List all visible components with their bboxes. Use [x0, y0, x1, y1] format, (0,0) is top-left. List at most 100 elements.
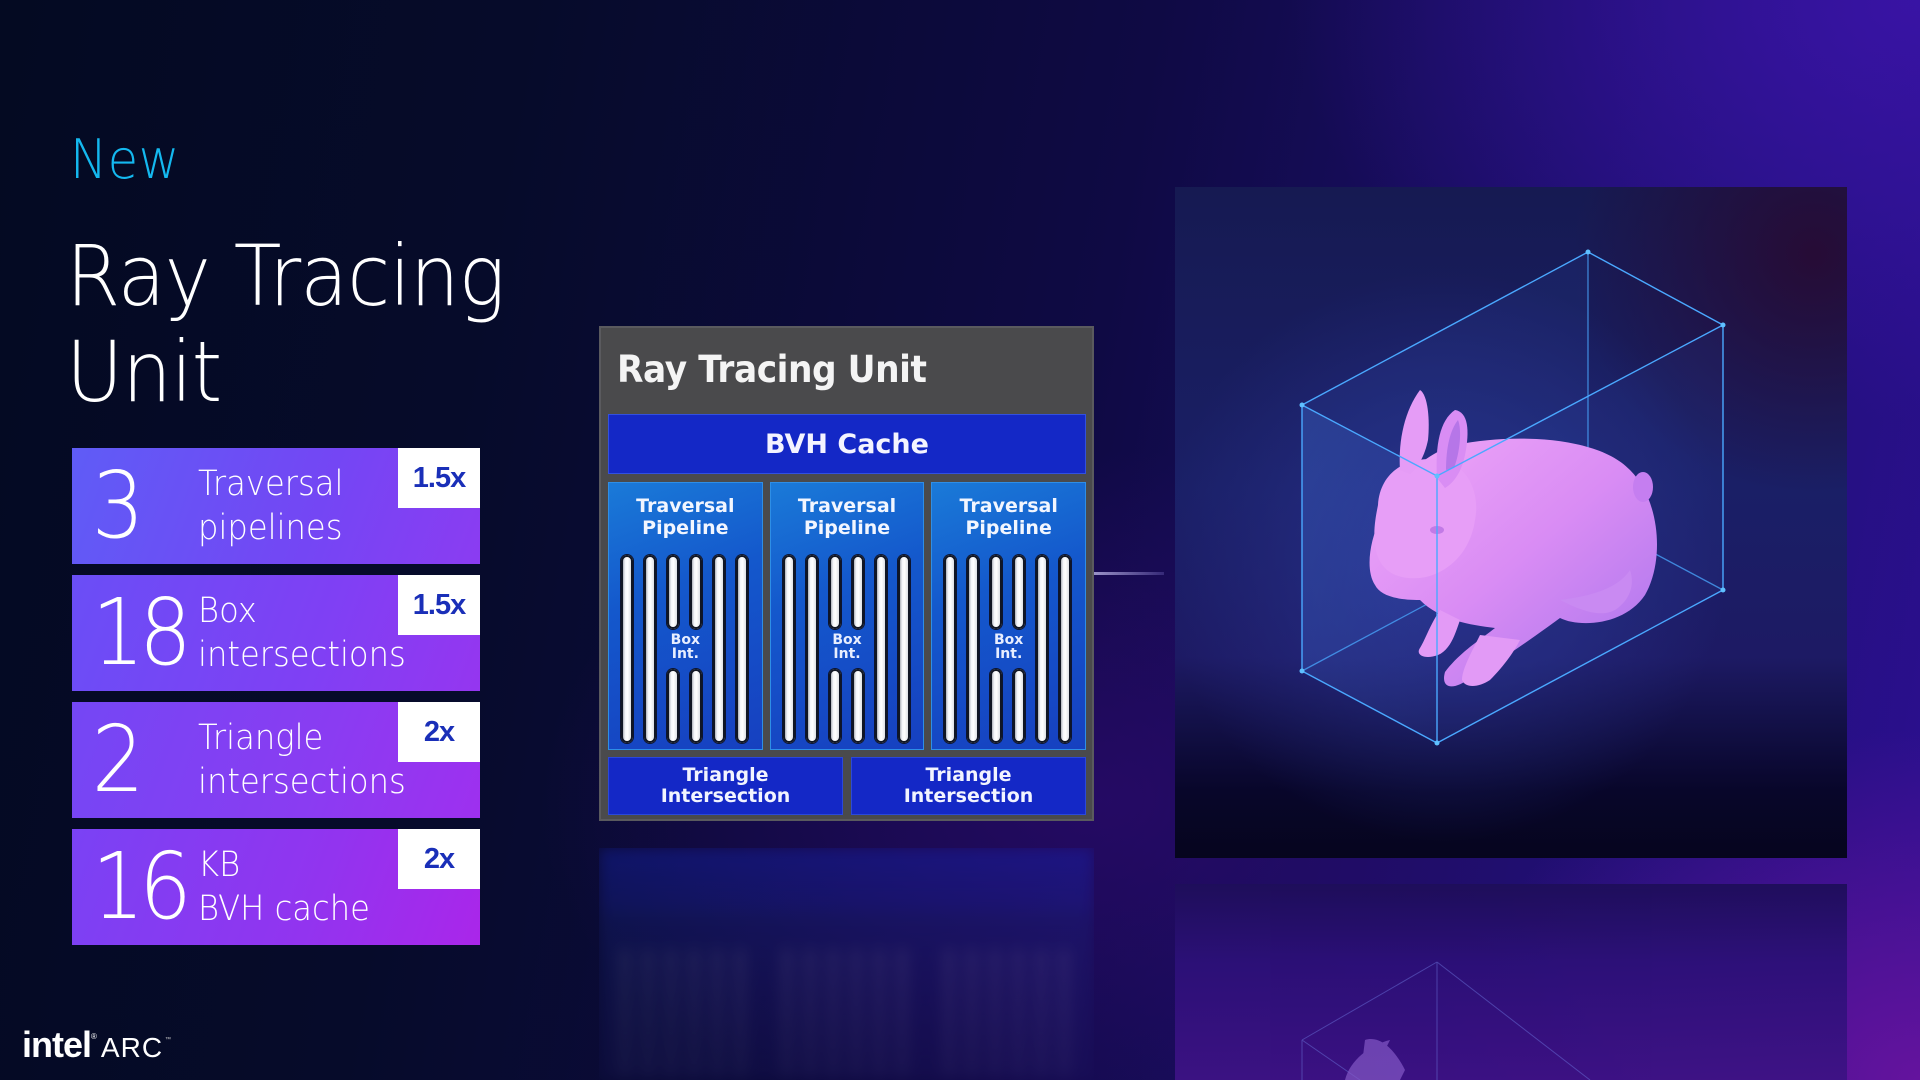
pipeline-stage-slot — [805, 555, 818, 743]
reflected-slot — [989, 948, 1001, 1078]
stat-card-triangle-intersections: 2 Triangle intersections 2x — [72, 702, 480, 818]
traversal-pipelines: Traversal Pipeline Box Int. Traversal Pi… — [608, 482, 1087, 750]
pipeline-label-line-2: Pipeline — [642, 517, 729, 539]
reflected-slot — [873, 948, 885, 1078]
stat-value: 16 — [91, 833, 192, 940]
pipeline-stage-slot — [990, 669, 1003, 743]
logo-intel-wordmark: intel — [22, 1024, 92, 1065]
bunny-illustration-panel — [1175, 187, 1847, 858]
pipeline-stage-slot — [1059, 555, 1072, 743]
stat-multiplier-badge: 2x — [398, 829, 480, 889]
pipeline-stage-slot — [621, 555, 633, 743]
stat-label-line-2: pipelines — [198, 508, 343, 548]
stat-multiplier-badge: 1.5x — [398, 575, 480, 635]
reflected-slot — [1012, 948, 1024, 1078]
pipeline-label-line-2: Pipeline — [965, 517, 1052, 539]
triangle-label-line-1: Triangle — [925, 764, 1012, 786]
registered-mark-icon: ® — [91, 1032, 97, 1041]
pipeline-stage-slot — [851, 669, 864, 743]
stat-label: Triangle intersections — [198, 716, 406, 804]
pipeline-label: Traversal Pipeline — [609, 495, 762, 539]
stat-label-line-2: intersections — [198, 762, 406, 802]
title-line-2: Unit — [66, 323, 222, 421]
reflected-slot — [781, 948, 793, 1078]
reflected-slot — [734, 948, 746, 1078]
logo-arc-wordmark: ARC — [100, 1032, 164, 1063]
stat-value: 3 — [91, 452, 145, 559]
stat-card-traversal-pipelines: 3 Traversal pipelines 1.5x — [72, 448, 480, 564]
bvh-cache-block: BVH Cache — [608, 414, 1086, 474]
pipeline-stage-slot — [1036, 555, 1049, 743]
pipeline-label-line-2: Pipeline — [803, 517, 891, 539]
stat-label-line-1: Box — [198, 591, 257, 631]
traversal-pipeline-block: Traversal Pipeline Box Int. — [608, 482, 763, 750]
pipeline-stage-slot — [990, 555, 1003, 629]
title-line-1: Ray Tracing — [66, 227, 505, 325]
pipeline-stage-slot — [667, 669, 679, 743]
traversal-pipeline-block: Traversal Pipeline Box Int. — [769, 482, 925, 750]
triangle-intersection-block: Triangle Intersection — [608, 757, 843, 815]
pipeline-label-line-1: Traversal — [797, 495, 897, 517]
pipeline-stage-slot — [736, 555, 748, 743]
diagram-title: Ray Tracing Unit — [617, 348, 927, 391]
stat-card-box-intersections: 18 Box intersections 1.5x — [72, 575, 480, 691]
pipeline-stage-slot — [874, 555, 887, 743]
reflected-slot — [1058, 948, 1070, 1078]
pipeline-stage-slot — [690, 669, 702, 743]
reflected-slot — [1035, 948, 1047, 1078]
traversal-pipeline-block: Traversal Pipeline Box Int. — [931, 482, 1087, 750]
pipeline-stage-slot — [851, 555, 864, 629]
reflected-bunny-feet-icon — [1345, 1039, 1405, 1080]
stat-label-line-2: BVH cache — [198, 889, 370, 929]
reflected-slot — [711, 948, 723, 1078]
bunny-bounding-box-svg — [1299, 249, 1726, 746]
pipeline-stage-slot — [1013, 555, 1026, 629]
triangle-intersection-block: Triangle Intersection — [851, 757, 1086, 815]
rtu-block-diagram: Ray Tracing Unit BVH Cache Traversal Pip… — [599, 326, 1094, 821]
pipeline-stage-slot — [690, 555, 702, 629]
pipeline-stage-slot — [828, 669, 841, 743]
pipeline-label: Traversal Pipeline — [932, 495, 1085, 539]
illustration-reflection — [1175, 884, 1847, 1080]
stat-label-line-1: Traversal — [198, 464, 344, 504]
reflected-slot — [943, 948, 955, 1078]
reflected-slot — [688, 948, 700, 1078]
stat-multiplier-badge: 1.5x — [398, 448, 480, 508]
stat-value: 2 — [91, 706, 145, 813]
reflected-slot — [619, 948, 631, 1078]
pipeline-label-line-1: Traversal — [636, 495, 735, 517]
reflected-slot — [966, 948, 978, 1078]
pipeline-label-line-1: Traversal — [959, 495, 1058, 517]
triangle-label-line-2: Intersection — [660, 785, 791, 807]
reflected-slot — [896, 948, 908, 1078]
stat-label-line-2: intersections — [198, 635, 406, 675]
triangle-label-line-2: Intersection — [903, 785, 1034, 807]
stat-label: KB BVH cache — [198, 843, 370, 931]
pipeline-stage-slot — [897, 555, 910, 743]
page-title: Ray Tracing Unit — [66, 228, 505, 420]
pipeline-stage-slot — [1013, 669, 1026, 743]
diagram-reflection — [599, 848, 1094, 1080]
stat-multiplier-badge: 2x — [398, 702, 480, 762]
stat-value: 18 — [91, 579, 192, 686]
reflected-slot — [827, 948, 839, 1078]
triangle-label-line-1: Triangle — [682, 764, 769, 786]
triangle-intersection-units: Triangle Intersection Triangle Intersect… — [608, 757, 1086, 815]
pipeline-stage-slot — [667, 555, 679, 629]
reflected-slot — [642, 948, 654, 1078]
pipeline-stage-slot — [782, 555, 795, 743]
stats-list: 3 Traversal pipelines 1.5x 18 Box inters… — [72, 448, 480, 956]
reflection-svg — [1301, 961, 1591, 1080]
reflected-slot — [850, 948, 862, 1078]
pipeline-label: Traversal Pipeline — [771, 495, 924, 539]
pipeline-stage-slot — [944, 555, 957, 743]
pipeline-stage-slot — [713, 555, 725, 743]
stat-label: Traversal pipelines — [198, 462, 343, 550]
reflected-slot — [804, 948, 816, 1078]
pipeline-stage-slot — [967, 555, 980, 743]
reflected-slot — [665, 948, 677, 1078]
stat-label-line-1: KB — [198, 845, 241, 885]
pipeline-stage-slot — [644, 555, 656, 743]
pipeline-stage-slot — [828, 555, 841, 629]
connector-line — [1094, 572, 1164, 575]
